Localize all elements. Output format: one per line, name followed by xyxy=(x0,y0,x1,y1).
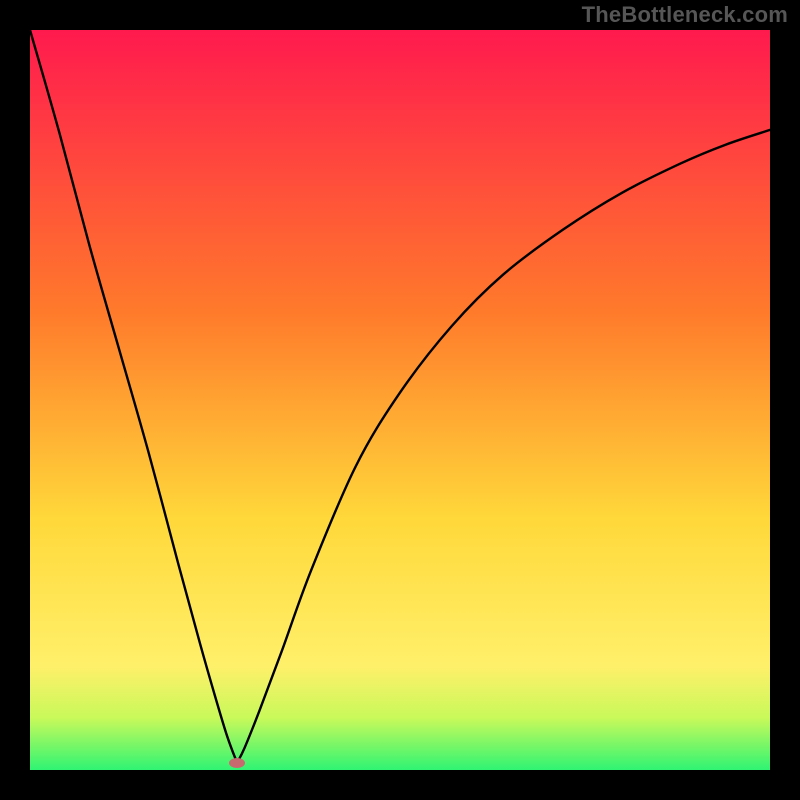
watermark-text: TheBottleneck.com xyxy=(582,2,788,28)
curve-left-branch xyxy=(30,30,237,763)
curve-layer xyxy=(30,30,770,770)
dip-marker xyxy=(229,758,245,768)
plot-area xyxy=(30,30,770,770)
chart-frame: TheBottleneck.com xyxy=(0,0,800,800)
curve-right-branch xyxy=(237,130,770,763)
